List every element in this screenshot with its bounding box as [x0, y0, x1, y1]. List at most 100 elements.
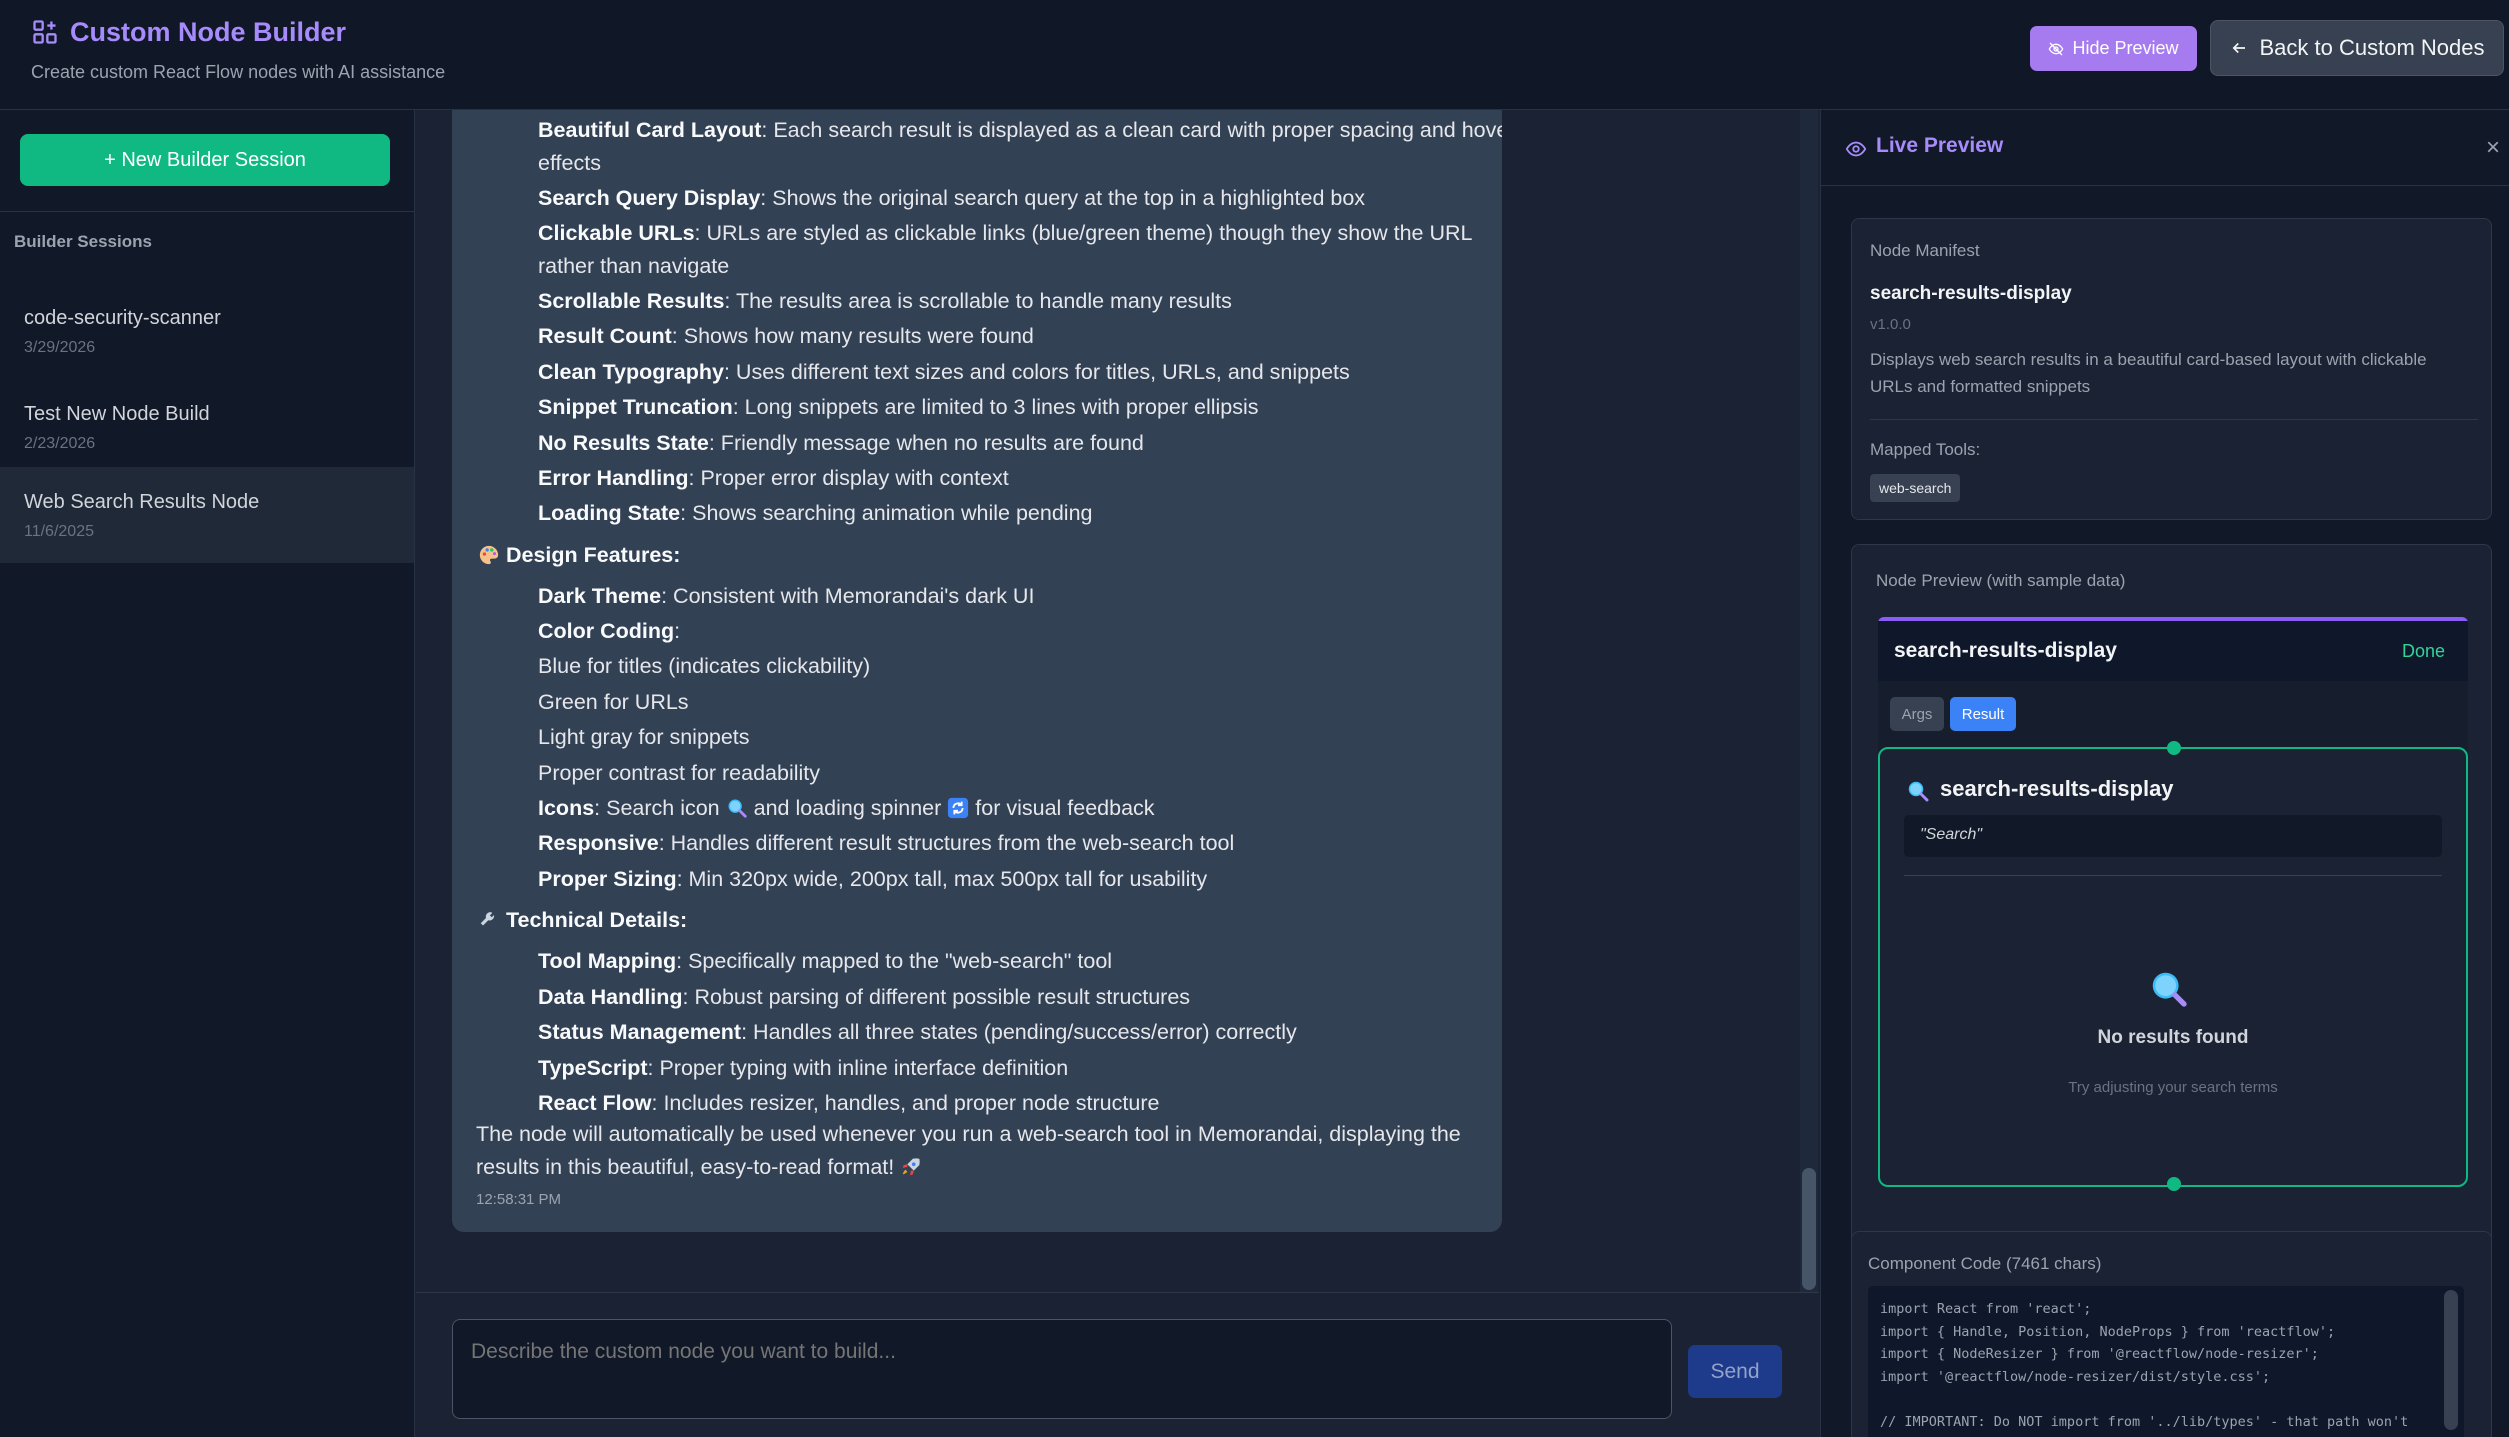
bottom-handle[interactable] — [2167, 1177, 2181, 1191]
mapped-tools-label: Mapped Tools: — [1870, 440, 1981, 459]
manifest-label: Node Manifest — [1870, 241, 1980, 260]
no-results-title: No results found — [2097, 1027, 2249, 1048]
manifest-node-name: search-results-display — [1870, 283, 2072, 304]
palette-icon — [479, 545, 499, 565]
empty-search-icon — [2152, 972, 2187, 1007]
manifest-version: v1.0.0 — [1870, 316, 1911, 333]
section-heading: Design Features: — [478, 539, 680, 572]
search-icon — [1908, 781, 1929, 802]
component-code-label: Component Code (7461 chars) — [1868, 1254, 2102, 1273]
hide-preview-label: Hide Preview — [2072, 38, 2179, 58]
message-closing: The node will automatically be used when… — [476, 1122, 1461, 1146]
message-line: Icons: Search icon and loading spinner f… — [538, 796, 1155, 820]
rendered-node[interactable]: search-results-display Done Args Result … — [1878, 617, 2468, 1191]
chat-panel: Beautiful Card Layout: Each search resul… — [416, 110, 1819, 1437]
node-description-input[interactable] — [452, 1319, 1672, 1419]
arrow-left-icon — [2232, 42, 2245, 54]
technical-heading: Technical Details: — [505, 908, 688, 932]
node-title: search-results-display — [1894, 639, 2117, 662]
message-line: Dark Theme: Consistent with Memorandai's… — [538, 584, 1035, 608]
session-name: Web Search Results Node — [24, 491, 260, 513]
result-panel: search-results-display "Search" No resul… — [1878, 741, 2468, 1191]
session-item-active[interactable]: Web Search Results Node 11/6/2025 — [0, 467, 414, 563]
session-date: 11/6/2025 — [24, 523, 94, 540]
message-line: Proper contrast for readability — [538, 761, 821, 785]
session-item[interactable]: Test New Node Build 2/23/2026 — [0, 379, 414, 475]
code-line: // IMPORTANT: Do NOT import from '../lib… — [1880, 1413, 2409, 1430]
session-date: 2/23/2026 — [24, 435, 96, 452]
refresh-icon — [948, 797, 969, 819]
tab-args[interactable]: Args — [1890, 697, 1944, 731]
message-line: Clickable URLs: URLs are styled as click… — [538, 221, 1473, 245]
message-line: Blue for titles (indicates clickability) — [538, 654, 871, 678]
message-line: Search Query Display: Shows the original… — [538, 186, 1366, 210]
message-line: Beautiful Card Layout: Each search resul… — [538, 118, 1502, 142]
message-line: Status Management: Handles all three sta… — [538, 1020, 1297, 1044]
sidebar-divider — [0, 211, 415, 212]
wrench-icon — [480, 912, 495, 926]
eye-off-icon — [2049, 42, 2064, 55]
session-name: code-security-scanner — [24, 307, 221, 329]
rocket-icon — [902, 1158, 920, 1176]
message-line: rather than navigate — [538, 254, 730, 278]
code-line: import '@reactflow/node-resizer/dist/sty… — [1880, 1368, 2271, 1385]
message-timestamp: 12:58:31 PM — [476, 1191, 562, 1208]
node-preview-card: Node Preview (with sample data) search-r… — [1851, 544, 2492, 1317]
message-line: Color Coding: — [538, 619, 681, 643]
preview-header: Live Preview × — [1821, 110, 2509, 186]
back-label: Back to Custom Nodes — [2259, 35, 2485, 60]
manifest-description: Displays web search results in a beautif… — [1870, 350, 2427, 396]
section-heading: Technical Details: — [478, 904, 687, 937]
message-line: Clean Typography: Uses different text si… — [538, 360, 1350, 384]
sidebar: + New Builder Session Builder Sessions c… — [0, 110, 415, 1437]
sidebar-heading: Builder Sessions — [14, 232, 152, 251]
message-line: Responsive: Handles different result str… — [538, 831, 1235, 855]
back-to-custom-nodes-button[interactable]: Back to Custom Nodes — [2210, 20, 2504, 76]
message-line: Proper Sizing: Min 320px wide, 200px tal… — [538, 867, 1208, 891]
message-line: Tool Mapping: Specifically mapped to the… — [538, 949, 1113, 973]
message-line: No Results State: Friendly message when … — [538, 431, 1144, 455]
send-button[interactable]: Send — [1688, 1345, 1782, 1398]
blocks-icon — [33, 20, 57, 44]
message-line: Loading State: Shows searching animation… — [538, 501, 1093, 525]
code-line: import { NodeResizer } from '@reactflow/… — [1880, 1346, 2319, 1362]
code-line: import { Handle, Position, NodeProps } f… — [1880, 1323, 2336, 1340]
composer: Send — [416, 1292, 1819, 1437]
manifest-divider — [1870, 419, 2478, 420]
node-manifest-card: Node Manifest search-results-display v1.… — [1851, 218, 2492, 520]
top-handle[interactable] — [2167, 741, 2181, 755]
assistant-message: Beautiful Card Layout: Each search resul… — [452, 110, 1502, 1232]
message-line: Scrollable Results: The results area is … — [538, 289, 1232, 313]
node-preview-label: Node Preview (with sample data) — [1876, 571, 2126, 590]
message-line: Result Count: Shows how many results wer… — [538, 324, 1034, 348]
message-line: React Flow: Includes resizer, handles, a… — [538, 1091, 1160, 1115]
design-heading: Design Features: — [505, 543, 681, 567]
node-header: search-results-display Done — [1878, 621, 2468, 681]
app-header: Custom Node Builder Create custom React … — [0, 0, 2509, 110]
close-icon[interactable]: × — [2486, 134, 2500, 162]
code-scrollbar[interactable] — [2444, 1290, 2458, 1430]
message-line: Green for URLs — [538, 690, 689, 714]
session-name: Test New Node Build — [24, 403, 210, 425]
new-builder-session-button[interactable]: + New Builder Session — [20, 134, 390, 186]
message-line: Error Handling: Proper error display wit… — [538, 466, 1009, 490]
code-block[interactable]: import React from 'react'; import { Handl… — [1868, 1286, 2464, 1437]
session-date: 3/29/2026 — [24, 339, 96, 356]
message-closing: results in this beautiful, easy-to-read … — [476, 1151, 922, 1184]
node-status: Done — [2402, 641, 2446, 661]
message-line: Snippet Truncation: Long snippets are li… — [538, 395, 1259, 419]
result-title: search-results-display — [1940, 776, 2174, 801]
chat-scrollbar-thumb[interactable] — [1802, 1168, 1816, 1290]
result-divider — [1904, 875, 2442, 876]
preview-title: Live Preview — [1876, 134, 2004, 157]
page-subtitle: Create custom React Flow nodes with AI a… — [31, 62, 446, 82]
code-line: import React from 'react'; — [1880, 1301, 2092, 1317]
magnifier-icon — [728, 799, 747, 818]
tab-result[interactable]: Result — [1950, 697, 2016, 731]
chat-scrollbar-track[interactable] — [1800, 110, 1818, 1292]
message-line: Light gray for snippets — [538, 725, 750, 749]
eye-icon — [1845, 141, 1867, 157]
hide-preview-button[interactable]: Hide Preview — [2030, 26, 2197, 71]
session-item[interactable]: code-security-scanner 3/29/2026 — [0, 283, 414, 379]
